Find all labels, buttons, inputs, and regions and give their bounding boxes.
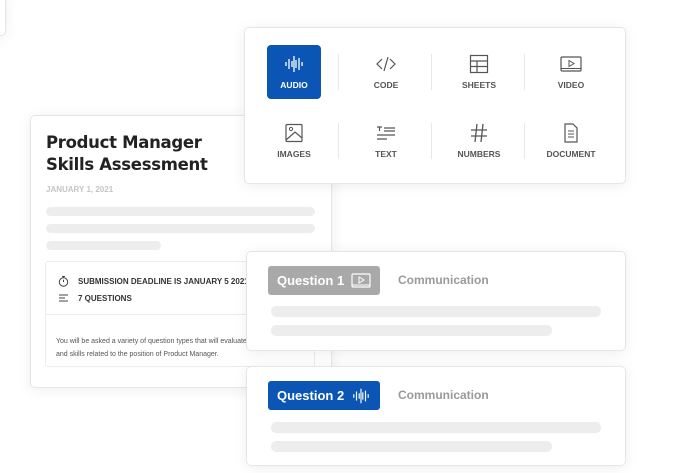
question-card-2[interactable]: Question 2 Communication — [246, 366, 626, 466]
questions-count-row: 7 QUESTIONS — [58, 293, 132, 303]
media-type-numbers[interactable]: NUMBERS — [452, 114, 506, 168]
media-type-label: TEXT — [375, 149, 397, 159]
assessment-date: JANUARY 1, 2021 — [46, 185, 114, 194]
text-icon — [377, 126, 395, 140]
code-icon — [376, 56, 396, 72]
deadline-row: SUBMISSION DEADLINE IS JANUARY 5 2021 AT — [58, 275, 261, 287]
divider — [524, 54, 525, 90]
list-icon — [59, 294, 68, 302]
question-2-badge: Question 2 — [268, 381, 381, 410]
media-type-label: IMAGES — [277, 149, 311, 159]
divider — [431, 54, 432, 90]
media-type-label: AUDIO — [280, 80, 308, 90]
audio-waveform-icon — [353, 388, 369, 403]
deadline-text: SUBMISSION DEADLINE IS JANUARY 5 2021 AT — [78, 276, 261, 286]
assessment-title: Product Manager Skills Assessment — [46, 132, 208, 176]
title-line-2: Skills Assessment — [46, 155, 208, 174]
video-icon — [351, 272, 371, 288]
media-type-label: NUMBERS — [457, 149, 501, 159]
media-type-label: SHEETS — [461, 80, 496, 90]
question-label: Question 1 — [277, 273, 345, 288]
media-type-label: VIDEO — [557, 80, 585, 90]
video-icon — [560, 56, 582, 72]
placeholder-line — [271, 422, 601, 433]
question-category: Communication — [398, 388, 489, 402]
placeholder-line — [271, 441, 552, 452]
media-type-video[interactable]: VIDEO — [544, 45, 598, 99]
divider — [524, 123, 525, 159]
media-type-code[interactable]: CODE — [359, 45, 413, 99]
media-type-audio[interactable]: AUDIO — [267, 45, 321, 99]
placeholder-line — [271, 306, 601, 317]
document-icon — [564, 123, 578, 143]
media-type-sheets[interactable]: SHEETS — [452, 45, 506, 99]
placeholder-line — [46, 224, 315, 233]
title-line-1: Product Manager — [46, 133, 202, 152]
audio-waveform-icon — [285, 56, 303, 72]
question-1-badge: Question 1 — [268, 266, 381, 295]
media-type-text[interactable]: TEXT — [359, 114, 413, 168]
question-card-1[interactable]: Question 1 Communication — [246, 251, 626, 351]
image-icon — [285, 123, 303, 143]
question-label: Question 2 — [277, 388, 345, 403]
placeholder-line — [46, 241, 161, 250]
placeholder-line — [46, 207, 315, 216]
question-category: Communication — [398, 273, 489, 287]
questions-count: 7 QUESTIONS — [78, 293, 132, 303]
divider — [338, 54, 339, 90]
table-icon — [469, 54, 489, 74]
hash-icon — [471, 123, 487, 143]
background-card-corner — [0, 0, 6, 36]
media-type-label: DOCUMENT — [546, 149, 596, 159]
media-type-label: CODE — [373, 80, 399, 90]
placeholder-line — [271, 325, 552, 336]
media-type-picker: AUDIO CODE SHEETS VIDEO IMAGES TEXT NUMB… — [244, 27, 626, 184]
divider — [338, 123, 339, 159]
stopwatch-icon — [58, 276, 69, 287]
media-type-images[interactable]: IMAGES — [267, 114, 321, 168]
media-type-document[interactable]: DOCUMENT — [544, 114, 598, 168]
divider — [431, 123, 432, 159]
